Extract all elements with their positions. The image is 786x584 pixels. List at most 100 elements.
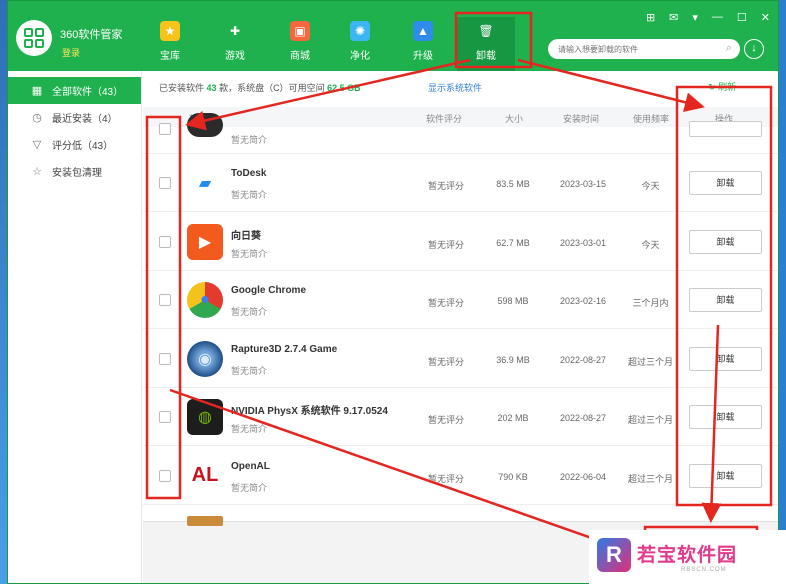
download-icon[interactable]: ↓: [744, 39, 764, 59]
sidebar-item-label: 最近安装（4）: [52, 114, 118, 125]
row-checkbox[interactable]: [159, 177, 171, 189]
header-bar: 360软件管家 登录 ★ 宝库 ✚ 游戏 ▣ 商城 ✺ 净化 ▲ 升级 🗑 卸载 ⊞ ✉ ▾ — ☐ …: [8, 1, 778, 71]
refresh-button[interactable]: ↻ 刷新: [708, 80, 736, 93]
uninstall-button[interactable]: [689, 121, 762, 137]
app-name: 向日葵: [231, 230, 261, 242]
low-rating-icon: ▽: [32, 139, 42, 151]
login-link[interactable]: 登录: [62, 46, 80, 59]
toolbar-tab-label: 卸载: [476, 51, 496, 62]
refresh-icon: ↻: [708, 82, 716, 92]
sidebar-item-2[interactable]: ▽ 评分低（43）: [8, 131, 141, 158]
purify-icon: ✺: [350, 21, 370, 41]
app-icon: [187, 516, 223, 526]
skin-icon[interactable]: ⊞: [646, 11, 655, 24]
row-checkbox[interactable]: [159, 411, 171, 423]
app-install-date: 2023-03-15: [559, 179, 607, 189]
toolbar-tab-0[interactable]: ★ 宝库: [141, 17, 199, 71]
app-rating: 暂无评分: [427, 356, 464, 367]
app-size: 598 MB: [497, 296, 529, 306]
row-checkbox[interactable]: [159, 469, 171, 482]
toolbar-tab-label: 净化: [350, 51, 370, 62]
uninstall-button[interactable]: 卸载: [689, 229, 762, 254]
toolbar-tab-3[interactable]: ✺ 净化: [331, 17, 389, 71]
watermark-sub: RBSCN.COM: [681, 567, 727, 573]
uninstall-button[interactable]: 卸载: [689, 463, 762, 488]
app-install-date: 2022-08-27: [559, 413, 607, 423]
table-row: ▰ ToDesk 暂无简介 暂无评分 83.5 MB 2023-03-15 今天 卸载: [143, 154, 778, 212]
sidebar-item-label: 评分低（43）: [52, 141, 114, 152]
uninstall-button[interactable]: 卸载: [689, 288, 762, 312]
row-checkbox[interactable]: [159, 123, 171, 135]
uninstall-button[interactable]: 卸载: [689, 171, 762, 195]
sidebar-item-3[interactable]: ☆ 安装包清理: [8, 158, 141, 185]
main-panel: 已安装软件 43 款，系统盘（C）可用空间 62.5 GB 显示系统软件 ↻ 刷…: [143, 71, 778, 583]
col-size[interactable]: 大小: [505, 112, 523, 125]
app-size: 36.9 MB: [496, 354, 530, 365]
toolbar-tab-4[interactable]: ▲ 升级: [394, 17, 452, 71]
sidebar-item-0[interactable]: ▦ 全部软件（43）: [8, 77, 141, 104]
install-summary: 已安装软件 43 款，系统盘（C）可用空间 62.5 GB: [159, 83, 361, 93]
trash-icon: 🗑: [478, 24, 494, 38]
app-size: 202 MB: [497, 413, 529, 423]
minimize-icon[interactable]: —: [712, 11, 723, 24]
app-desc: 暂无简介: [231, 365, 268, 376]
app-logo: [16, 20, 52, 56]
app-brand: 360软件管家: [60, 29, 123, 41]
app-size: 62.7 MB: [496, 237, 530, 248]
openal-icon: AL: [187, 457, 223, 494]
col-install-date[interactable]: 安装时间: [563, 112, 599, 125]
app-install-date: 2023-03-01: [559, 237, 607, 248]
app-desc: 暂无简介: [231, 307, 268, 317]
star-icon: ★: [160, 21, 180, 41]
uninstall-button[interactable]: 卸载: [689, 405, 762, 429]
show-system-software-link[interactable]: 显示系统软件: [428, 81, 482, 94]
rapture3d-icon: ◉: [187, 340, 223, 377]
app-usage: 今天: [641, 181, 660, 191]
table-header: 软件 软件评分 大小 安装时间 使用频率 操作: [143, 107, 778, 127]
uninstall-button[interactable]: 卸载: [689, 346, 762, 371]
toolbar-tab-1[interactable]: ✚ 游戏: [206, 17, 264, 71]
app-icon: [187, 113, 223, 137]
col-rating[interactable]: 软件评分: [426, 112, 462, 125]
row-checkbox[interactable]: [159, 294, 171, 306]
table-row: ◉ Rapture3D 2.7.4 Game 暂无简介 暂无评分 36.9 MB 2022…: [143, 330, 778, 388]
sidebar-item-1[interactable]: ◷ 最近安装（4）: [8, 104, 141, 131]
maximize-icon[interactable]: ☐: [737, 11, 747, 24]
todesk-icon: ▰: [187, 165, 223, 201]
toolbar-tab-2[interactable]: ▣ 商城: [271, 17, 329, 71]
gamepad-icon: ✚: [229, 24, 241, 38]
app-desc: 暂无简介: [231, 135, 268, 145]
app-rating: 暂无评分: [427, 181, 464, 191]
search-input[interactable]: [558, 40, 718, 59]
app-size: 83.5 MB: [496, 179, 530, 189]
app-usage: 超过三个月: [627, 473, 673, 484]
chrome-icon: ●: [187, 282, 223, 318]
search-icon[interactable]: ⌕: [726, 42, 732, 55]
app-usage: 超过三个月: [627, 356, 673, 367]
app-window: 360软件管家 登录 ★ 宝库 ✚ 游戏 ▣ 商城 ✺ 净化 ▲ 升级 🗑 卸载 ⊞ ✉ ▾ — ☐ …: [7, 0, 779, 584]
sidebar-item-label: 全部软件（43）: [52, 87, 124, 98]
app-name: Rapture3D 2.7.4 Game: [231, 343, 338, 355]
watermark-text: 若宝软件园: [637, 545, 738, 566]
table-row: ▶ 向日葵 暂无简介 暂无评分 62.7 MB 2023-03-01 今天 卸载: [143, 213, 778, 271]
menu-icon[interactable]: ▾: [692, 11, 698, 24]
message-icon[interactable]: ✉: [669, 11, 678, 24]
watermark-logo: R: [597, 538, 631, 572]
app-rating: 暂无评分: [427, 473, 464, 484]
app-desc: 暂无简介: [231, 424, 268, 434]
col-usage[interactable]: 使用频率: [633, 112, 669, 125]
star-outline-icon: ☆: [32, 166, 42, 178]
app-name: Google Chrome: [231, 285, 307, 296]
close-icon[interactable]: ✕: [761, 11, 770, 24]
app-install-date: 2022-06-04: [559, 471, 607, 482]
row-checkbox[interactable]: [159, 352, 171, 365]
bag-icon: ▣: [290, 21, 310, 41]
table-row: AL OpenAL 暂无简介 暂无评分 790 KB 2022-06-04 超过三个月 卸载: [143, 447, 778, 505]
app-rating: 暂无评分: [427, 239, 464, 250]
app-name: OpenAL: [231, 460, 270, 472]
row-checkbox[interactable]: [159, 235, 171, 248]
toolbar-tab-5[interactable]: 🗑 卸载: [457, 17, 515, 71]
sunlogin-icon: ▶: [187, 223, 223, 260]
toolbar-tab-label: 游戏: [225, 51, 245, 62]
window-controls: ⊞ ✉ ▾ — ☐ ✕: [646, 11, 770, 24]
